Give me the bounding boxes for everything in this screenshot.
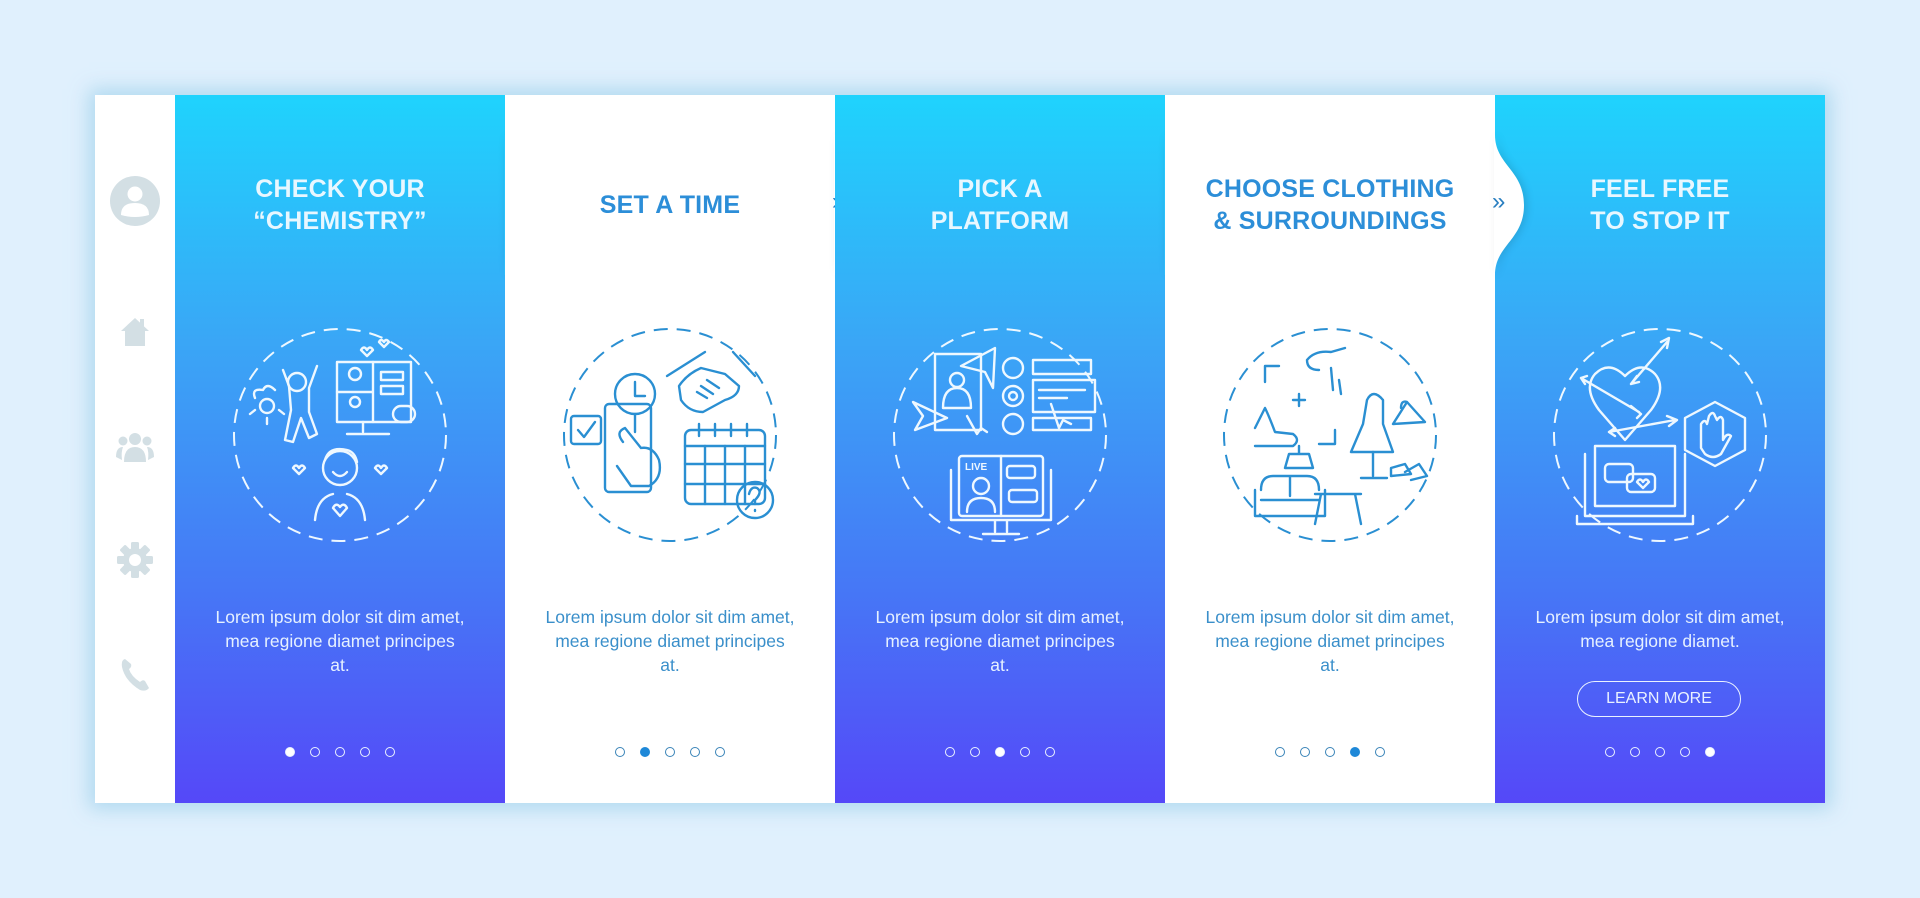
pagination-dots [505,747,835,757]
page-dot-1[interactable] [615,747,625,757]
page-dot-1[interactable] [1275,747,1285,757]
page-dot-3[interactable] [995,747,1005,757]
pagination-dots [175,747,505,757]
users-group-icon[interactable] [115,430,155,464]
gear-icon[interactable] [116,541,154,579]
page-dot-3[interactable] [1655,747,1665,757]
page-dot-5[interactable] [715,747,725,757]
page-dot-2[interactable] [640,747,650,757]
platform-live-stream-icon: LIVE [893,328,1107,542]
page-dot-2[interactable] [970,747,980,757]
page-dot-5[interactable] [385,747,395,757]
onboarding-panel-1: ▸▸ CHECK YOUR “CHEMISTRY” [175,95,534,803]
heart-arrows-stop-hand-icon [1553,328,1767,542]
page-dot-5[interactable] [1045,747,1055,757]
page-dot-5[interactable] [1375,747,1385,757]
panel-description: Lorem ipsum dolor sit dim amet, mea regi… [215,607,465,675]
pagination-dots [835,747,1165,757]
page-dot-1[interactable] [945,747,955,757]
sidebar [95,95,175,803]
page-dot-4[interactable] [1020,747,1030,757]
learn-more-button[interactable]: LEARN MORE [1577,681,1741,717]
page-dot-3[interactable] [335,747,345,757]
user-avatar-icon[interactable] [109,175,161,227]
panel-title: FEEL FREE TO STOP IT [1590,175,1730,235]
panel-title: CHOOSE CLOTHING & SURROUNDINGS [1205,175,1455,235]
page-dot-4[interactable] [690,747,700,757]
page-dot-4[interactable] [1350,747,1360,757]
page-dot-2[interactable] [1630,747,1640,757]
video-date-chemistry-icon [233,328,447,542]
page-dot-1[interactable] [1605,747,1615,757]
page-dot-2[interactable] [1300,747,1310,757]
panel-description: Lorem ipsum dolor sit dim amet, mea regi… [545,607,795,675]
page-dot-2[interactable] [310,747,320,757]
page-dot-4[interactable] [360,747,370,757]
panel-description: Lorem ipsum dolor sit dim amet, mea regi… [1205,607,1455,675]
clothing-furniture-frame-icon [1223,328,1437,542]
panel-title: SET A TIME [599,191,741,219]
onboarding-screens-frame: ▸▸ CHECK YOUR “CHEMISTRY” [95,95,1825,803]
page-dot-3[interactable] [665,747,675,757]
pagination-dots [1165,747,1495,757]
schedule-handshake-calendar-icon [563,328,777,542]
page-dot-5[interactable] [1705,747,1715,757]
page-dot-3[interactable] [1325,747,1335,757]
panel-description: Lorem ipsum dolor sit dim amet, mea regi… [875,607,1125,675]
onboarding-panel-5: FEEL FREE TO STOP IT Lorem ipsum dolor s… [1495,95,1825,803]
page-dot-1[interactable] [285,747,295,757]
panel-title: PICK A PLATFORM [930,175,1070,235]
pagination-dots [1495,747,1825,757]
panel-description: Lorem ipsum dolor sit dim amet, mea regi… [1535,607,1785,651]
onboarding-panel-2: » SET A TIME Lorem ipsum dolor sit dim a… [505,95,864,803]
onboarding-panel-3: ▸▸ PICK A PLATFORM LIVE [835,95,1194,803]
onboarding-panel-4: » CHOOSE CLOTHING & SURROUNDINGS Lorem i… [1165,95,1524,803]
home-icon[interactable] [118,315,152,349]
panel-title: CHECK YOUR “CHEMISTRY” [253,175,427,235]
phone-icon[interactable] [118,657,152,693]
svg-text:LIVE: LIVE [965,462,988,473]
page-dot-4[interactable] [1680,747,1690,757]
